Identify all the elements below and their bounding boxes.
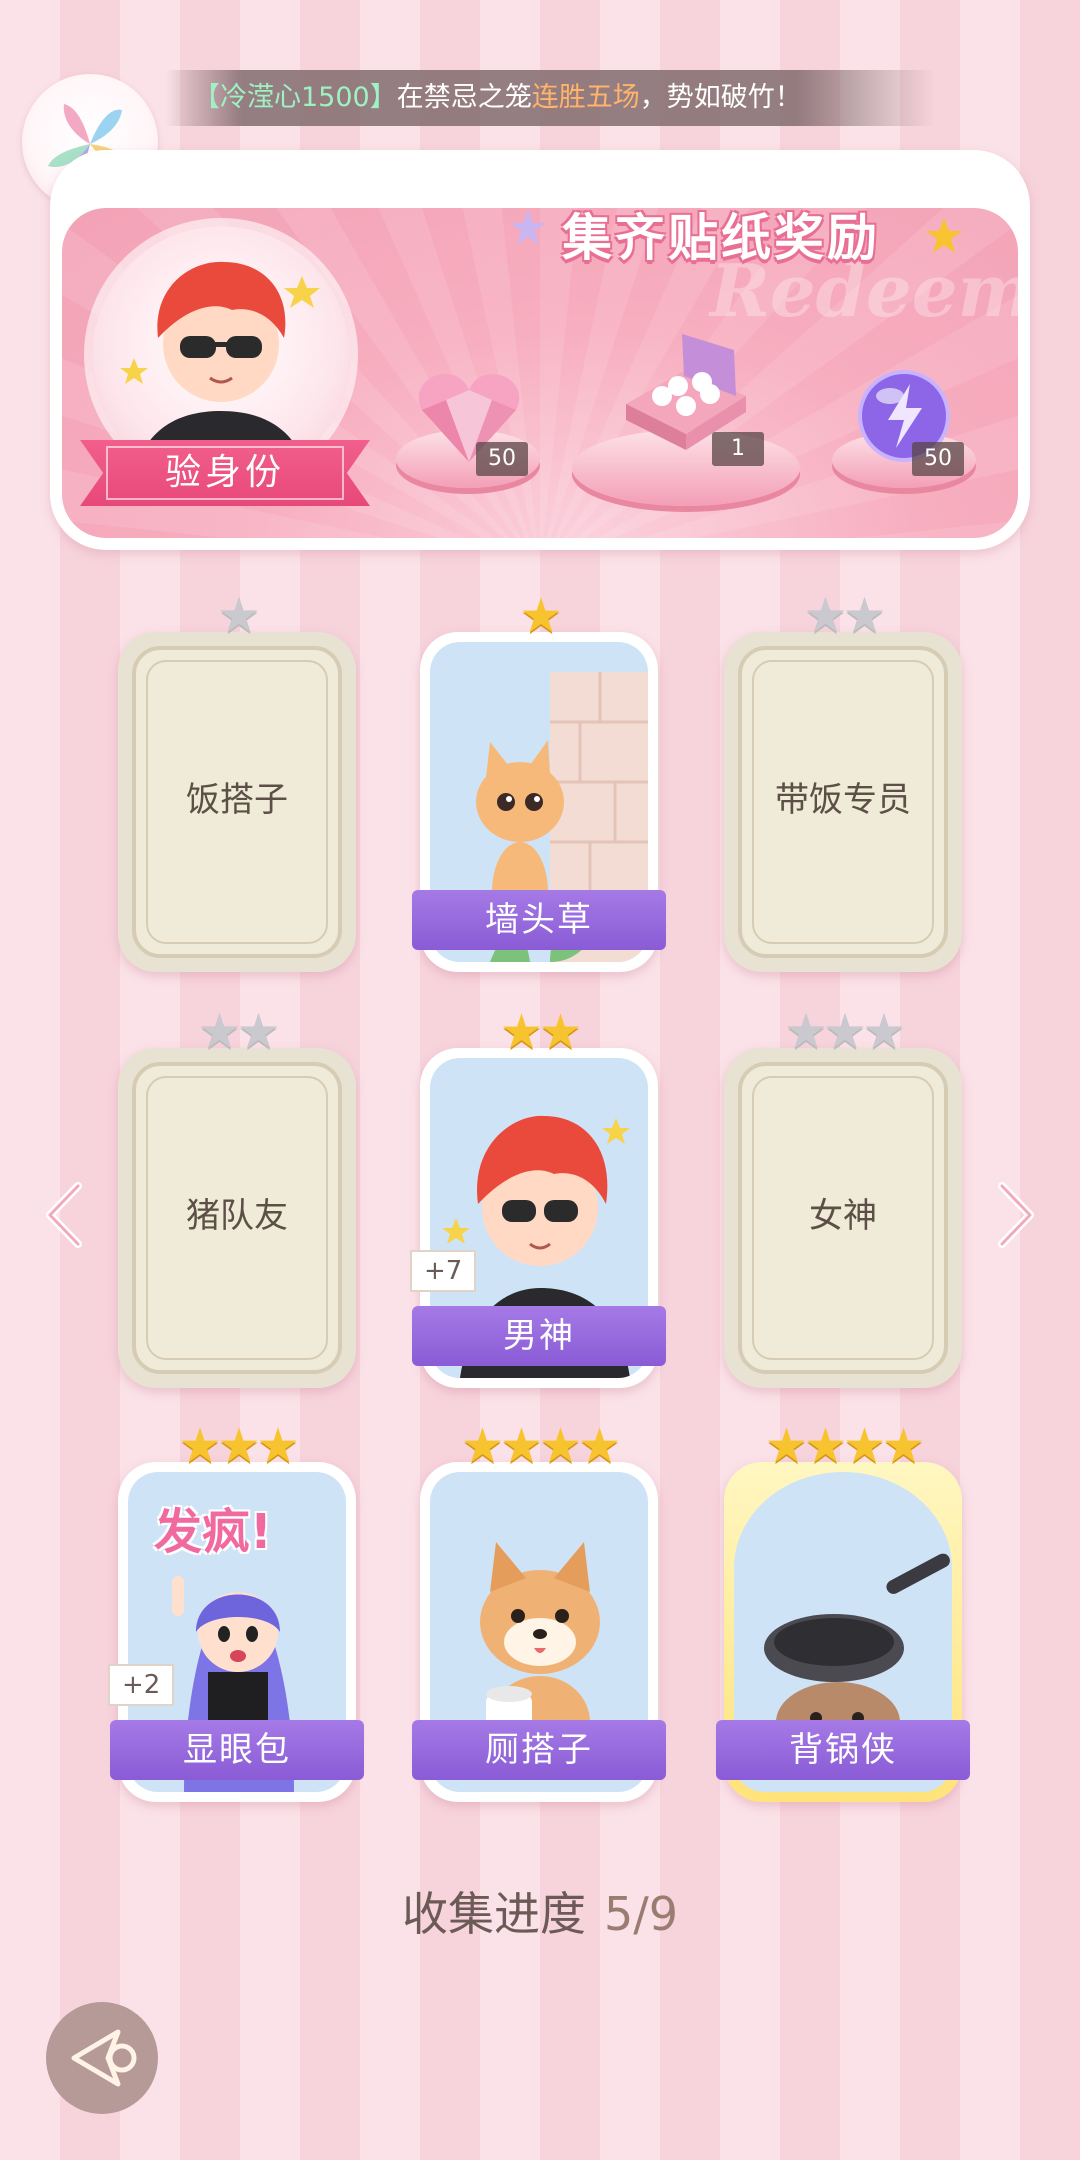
next-page-arrow-icon[interactable] bbox=[990, 1180, 1040, 1250]
reward-count: 1 bbox=[712, 432, 764, 466]
card-extra-count: +7 bbox=[410, 1250, 477, 1292]
card-stars: ★★ bbox=[197, 1004, 280, 1060]
star-decoration-icon bbox=[510, 210, 546, 245]
back-arrow-icon bbox=[71, 2029, 137, 2087]
sticker-card-locked[interactable]: ★★ 猪队友 bbox=[118, 1008, 356, 1388]
banner-title: 集齐贴纸奖励 bbox=[562, 209, 880, 267]
card-label: 显眼包 bbox=[110, 1720, 364, 1780]
progress-label: 收集进度 bbox=[401, 1887, 586, 1941]
card-stars: ★★★ bbox=[178, 1418, 299, 1474]
card-label: 饭搭子 bbox=[186, 780, 288, 820]
sticker-card-locked[interactable]: ★★ 带饭专员 bbox=[724, 592, 962, 972]
card-label: 女神 bbox=[809, 1196, 877, 1236]
back-button[interactable] bbox=[46, 2002, 158, 2114]
sticker-card-gold[interactable]: ★★★★ 背锅侠 bbox=[716, 1422, 970, 1802]
notice-bar: 【冷滢心1500】在禁忌之笼连胜五场，势如破竹！ bbox=[165, 70, 935, 126]
card-label: 背锅侠 bbox=[716, 1720, 970, 1780]
prev-page-arrow-icon[interactable] bbox=[40, 1180, 90, 1250]
sticker-card[interactable]: ★★ +7 男神 bbox=[410, 1008, 666, 1388]
sticker-card-locked[interactable]: ★ 饭搭子 bbox=[118, 592, 356, 972]
card-label: 带饭专员 bbox=[775, 780, 911, 820]
notice-text-after: ，势如破竹！ bbox=[639, 82, 802, 113]
card-label: 厕搭子 bbox=[412, 1720, 666, 1780]
card-stars: ★★ bbox=[499, 1004, 582, 1060]
card-label: 男神 bbox=[412, 1306, 666, 1366]
card-stars: ★ bbox=[519, 588, 562, 644]
reward-count: 50 bbox=[912, 442, 964, 476]
card-label: 猪队友 bbox=[186, 1196, 288, 1236]
reward-count: 50 bbox=[476, 442, 528, 476]
progress-value: 5/9 bbox=[603, 1887, 679, 1941]
verify-identity-label: 验身份 bbox=[106, 446, 344, 500]
notice-player: 【冷滢心1500】 bbox=[193, 82, 397, 113]
card-stars: ★ bbox=[217, 588, 260, 644]
notice-highlight: 连胜五场 bbox=[531, 82, 640, 113]
card-stars: ★★★★ bbox=[764, 1418, 925, 1474]
sticker-card[interactable]: ★★★ 发疯! +2 显眼包 bbox=[108, 1422, 364, 1802]
star-decoration-icon bbox=[926, 218, 962, 253]
sticker-card-locked[interactable]: ★★★ 女神 bbox=[724, 1008, 962, 1388]
card-extra-count: +2 bbox=[108, 1664, 175, 1706]
sticker-card[interactable]: ★★★★ 厕搭子 bbox=[412, 1422, 666, 1802]
collection-progress: 收集进度 5/9 bbox=[0, 1878, 1080, 1944]
card-stars: ★★★ bbox=[784, 1004, 905, 1060]
notice-text-before: 在禁忌之笼 bbox=[396, 82, 532, 113]
verify-identity-button[interactable]: 验身份 bbox=[80, 440, 370, 506]
sticker-card[interactable]: ★ 墙头草 bbox=[412, 592, 666, 972]
card-stars: ★★★★ bbox=[460, 1418, 621, 1474]
card-label: 墙头草 bbox=[412, 890, 666, 950]
card-stars: ★★ bbox=[803, 588, 886, 644]
